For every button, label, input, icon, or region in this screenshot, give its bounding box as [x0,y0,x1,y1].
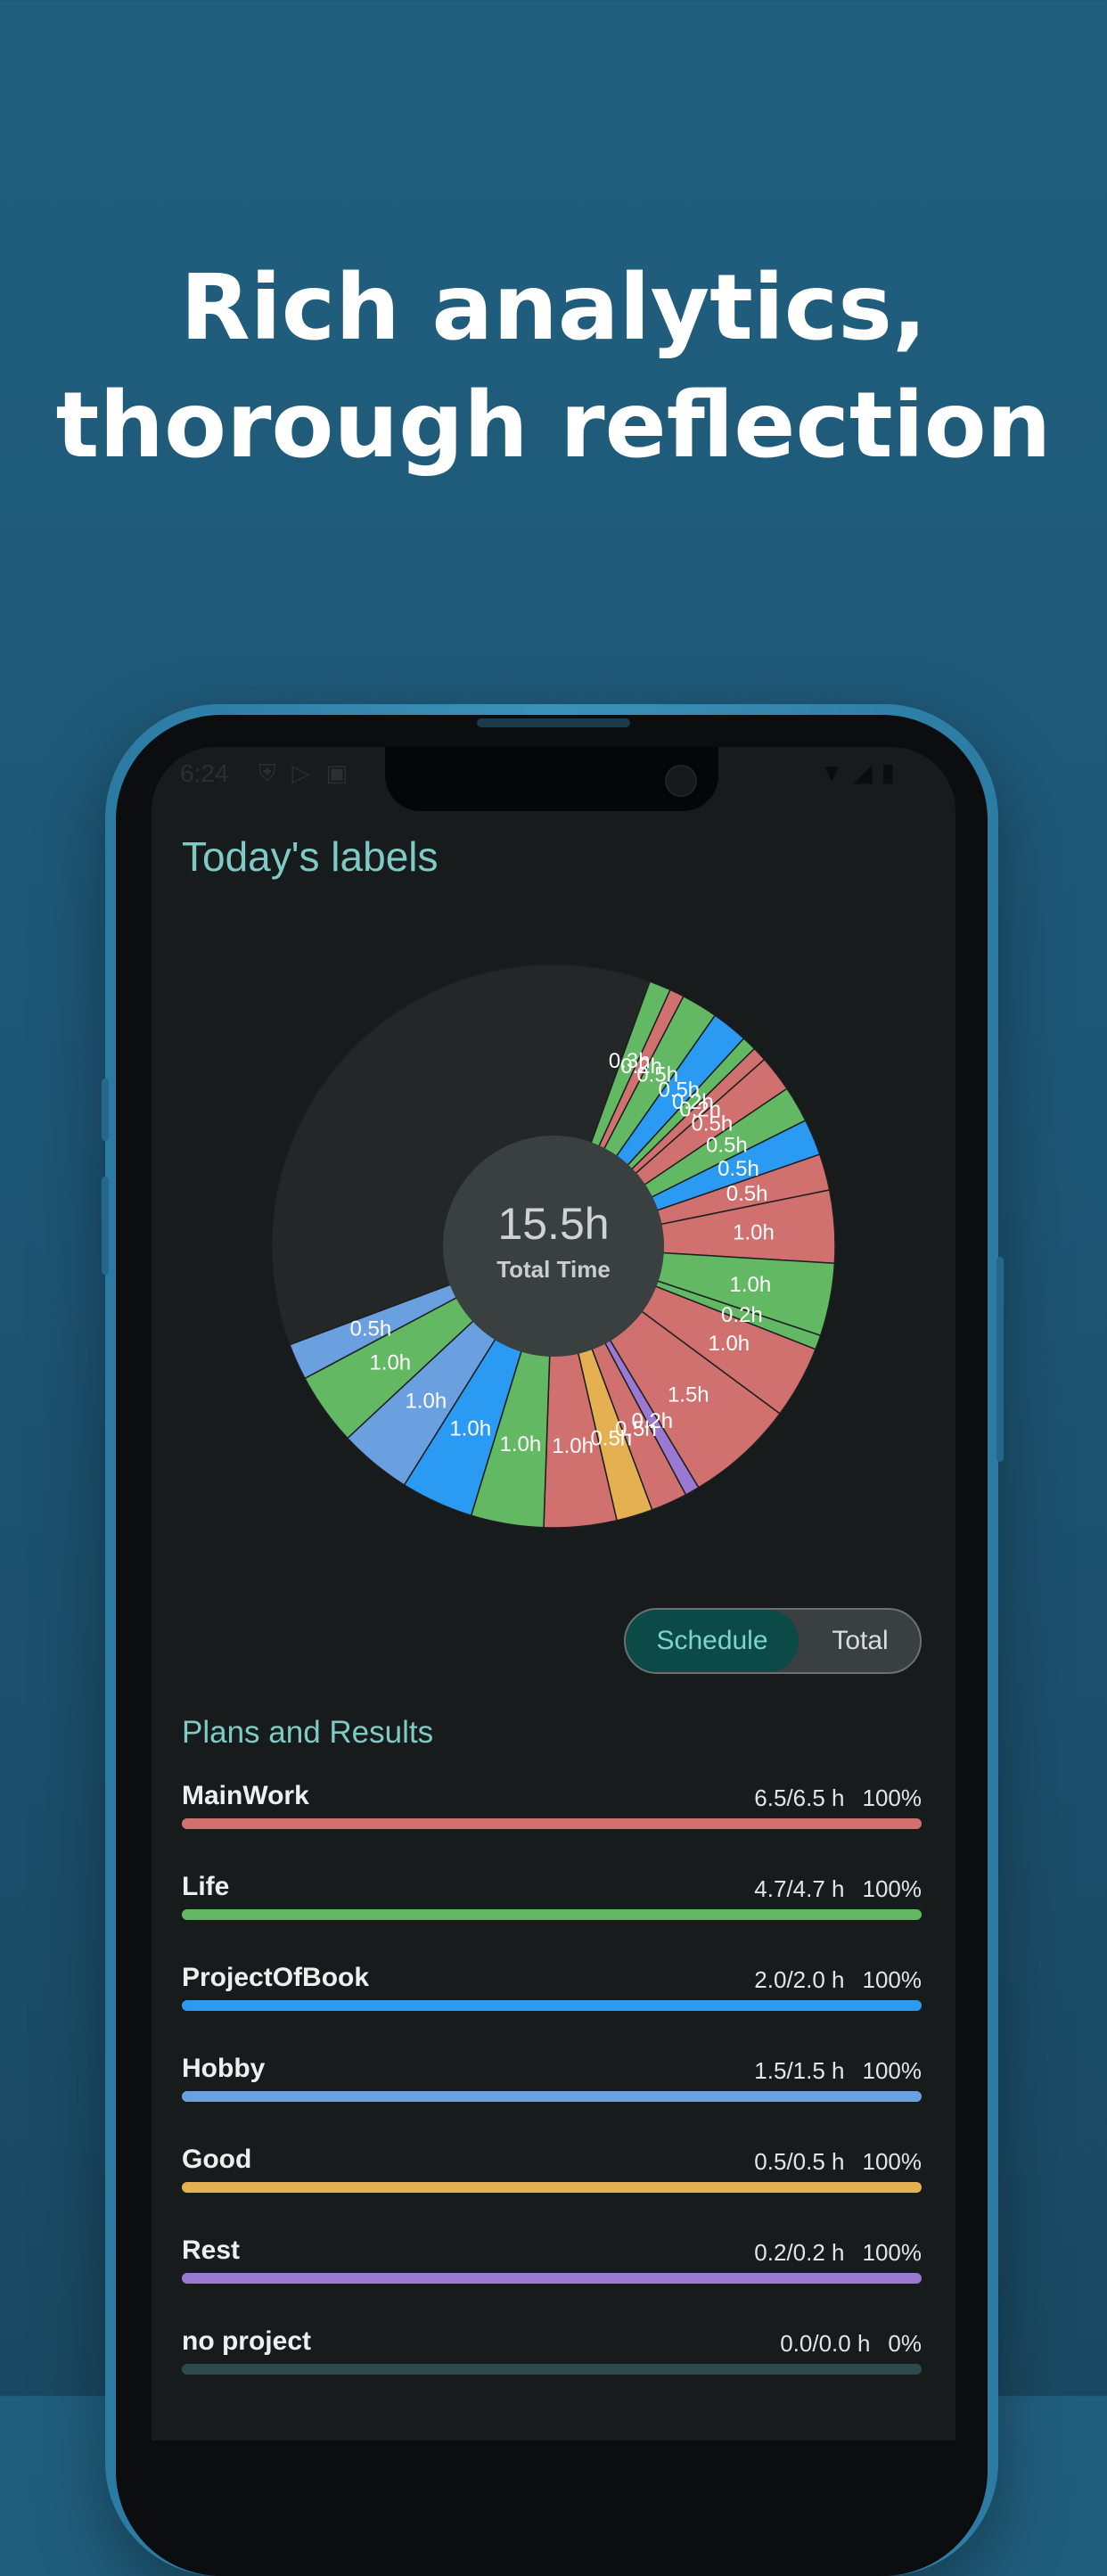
plan-hours: 2.0/2.0 h [754,1966,845,1993]
pie-slice-label: 1.0h [369,1351,411,1375]
plan-progress-bar [182,2273,922,2284]
pie-slice-label: 0.5h [590,1427,632,1451]
pie-slice-label: 0.5h [706,1134,748,1158]
plan-name: Rest [182,2236,241,2265]
status-time: 6:24 [180,759,229,787]
phone-speaker [477,718,630,727]
plan-progress-fill [182,1818,922,1829]
pie-slice-label: 1.0h [500,1432,542,1456]
plan-row: Hobby 1.5/1.5 h 100% [182,2054,922,2134]
plan-row: no project 0.0/0.0 h 0% [182,2326,922,2407]
pie-slice-label: 1.0h [733,1220,775,1244]
plan-percent: 100% [862,2057,922,2084]
plan-percent: 100% [862,1784,922,1811]
plan-name: MainWork [182,1781,309,1810]
plan-row: MainWork 6.5/6.5 h 100% [182,1781,922,1861]
total-time-label: Total Time [496,1256,611,1283]
plan-progress-bar [182,2000,922,2011]
pie-slice-label: 0.5h [692,1112,734,1136]
plan-values: 0.5/0.5 h 100% [754,2148,922,2176]
phone-volume-button [102,1079,109,1141]
total-time-value: 15.5h [497,1199,609,1249]
plan-hours: 0.5/0.5 h [754,2148,845,2175]
plan-percent: 100% [862,1966,922,1993]
plan-hours: 0.2/0.2 h [754,2239,845,2266]
plan-percent: 100% [862,1875,922,1902]
plan-name: no project [182,2326,312,2356]
plan-hours: 1.5/1.5 h [754,2057,845,2084]
status-right-icons: ▼◢▮ [819,758,904,787]
plan-name: Good [182,2145,252,2174]
pie-slice-label: 1.0h [406,1390,447,1414]
battery-icon: ▮ [881,759,904,786]
plan-progress-bar [182,2091,922,2102]
plan-name: Life [182,1872,230,1901]
plan-hours: 6.5/6.5 h [754,1784,845,1811]
wifi-icon: ▼ [819,759,854,786]
plan-row: Rest 0.2/0.2 h 100% [182,2236,922,2316]
plan-progress-fill [182,2091,922,2102]
plan-hours: 4.7/4.7 h [754,1875,845,1902]
labels-pie-chart: 0.3h 0.2h 0.5h 0.5h 0.2h 0.2h 0.5h 0.5h 0.5h 0.5h… [152,925,955,1549]
phone-power-button [996,1257,1004,1462]
plan-percent: 100% [862,2239,922,2266]
plan-name: ProjectOfBook [182,1963,370,1992]
pie-slice-label: 1.0h [708,1332,750,1356]
app-screen: 6:24 ⛨▷▣ ▼◢▮ Today's labels 0.3h 0.2h 0.5h… [152,747,955,2441]
plan-row: Life 4.7/4.7 h 100% [182,1872,922,1952]
signal-icon: ◢ [853,759,882,786]
play-store-icon: ▷ [291,759,326,786]
calendar-icon: ▣ [325,759,365,786]
plan-progress-bar [182,1909,922,1920]
pie-slice-label: 1.0h [552,1434,594,1458]
plan-progress-bar [182,1818,922,1829]
plan-progress-fill [182,2182,922,2193]
plan-progress-fill [182,1909,922,1920]
headline-line-1: Rich analytics, [180,255,927,361]
status-left-icons: ⛨▷▣ [258,759,364,788]
plan-percent: 0% [888,2330,922,2357]
phone-volume-button-2 [102,1177,109,1275]
section-title-todays-labels: Today's labels [182,833,439,880]
plan-hours: 0.0/0.0 h [780,2330,871,2357]
toggle-total[interactable]: Total [799,1610,920,1672]
plan-progress-fill [182,2273,922,2284]
plan-values: 4.7/4.7 h 100% [754,1875,922,1903]
plan-values: 0.2/0.2 h 100% [754,2239,922,2267]
plan-progress-bar [182,2364,922,2375]
pie-slice-label: 1.0h [449,1417,491,1441]
toggle-schedule[interactable]: Schedule [626,1610,799,1672]
headline-line-2: thorough reflection [55,373,1052,479]
front-camera [665,765,697,797]
pie-slice-label: 0.5h [718,1157,759,1181]
plan-values: 2.0/2.0 h 100% [754,1966,922,1994]
shield-icon: ⛨ [258,759,292,786]
pie-chart-svg: 0.3h0.2h0.5h0.5h0.2h0.2h0.5h0.5h0.5h0.5h… [271,964,836,1529]
pie-slice-label: 0.5h [350,1317,392,1341]
plan-values: 1.5/1.5 h 100% [754,2057,922,2085]
plan-values: 6.5/6.5 h 100% [754,1784,922,1812]
plan-row: ProjectOfBook 2.0/2.0 h 100% [182,1963,922,2043]
plans-results-title: Plans and Results [182,1715,434,1750]
pie-slice-label: 0.2h [721,1303,763,1327]
plan-percent: 100% [862,2148,922,2175]
plan-row: Good 0.5/0.5 h 100% [182,2145,922,2225]
plan-progress-bar [182,2182,922,2193]
plan-values: 0.0/0.0 h 0% [780,2330,922,2358]
pie-slice-label: 1.5h [668,1383,709,1407]
plan-name: Hobby [182,2054,266,2083]
pie-slice-label: 0.5h [726,1182,768,1206]
headline: Rich analytics, thorough reflection [0,250,1107,485]
pie-slice-label: 1.0h [730,1273,772,1297]
camera-notch [385,747,718,811]
plan-progress-fill [182,2000,922,2011]
schedule-total-toggle[interactable]: Schedule Total [624,1608,922,1674]
